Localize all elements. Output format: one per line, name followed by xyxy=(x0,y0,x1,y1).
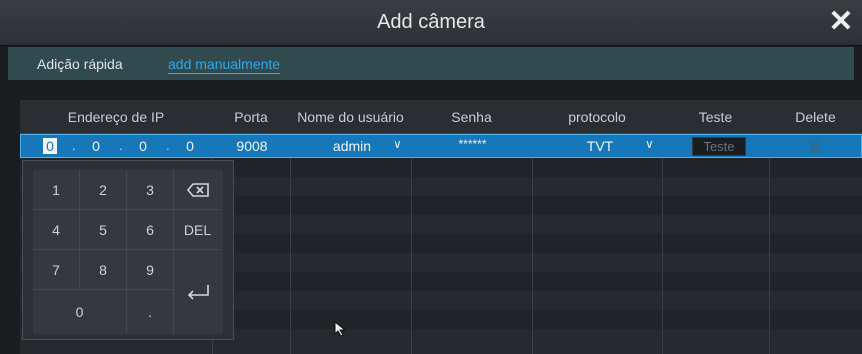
ip-dot: . xyxy=(119,138,123,153)
numeric-keypad: 1 2 3 4 5 6 DEL 7 8 9 0 . xyxy=(22,160,234,340)
password-field[interactable]: ****** xyxy=(412,137,533,151)
tab-quick-add[interactable]: Adição rápida xyxy=(37,56,123,72)
close-icon[interactable]: ✕ xyxy=(826,7,856,38)
chevron-down-icon[interactable]: ∨ xyxy=(645,137,654,151)
key-8[interactable]: 8 xyxy=(80,250,127,290)
table-header: Endereço de IP Porta Nome do usuário Sen… xyxy=(20,100,862,134)
key-7[interactable]: 7 xyxy=(33,250,80,290)
table-row[interactable]: 0 . 0 . 0 . 0 9008 admin ∨ ****** TVT ∨ … xyxy=(20,134,862,158)
port-field[interactable]: 9008 xyxy=(213,138,291,154)
key-4[interactable]: 4 xyxy=(33,210,80,250)
header-user: Nome do usuário xyxy=(297,109,404,125)
enter-icon[interactable] xyxy=(174,250,221,334)
trash-icon[interactable] xyxy=(809,139,821,154)
header-test: Teste xyxy=(698,109,733,125)
test-button[interactable]: Teste xyxy=(692,137,746,156)
key-del[interactable]: DEL xyxy=(174,210,221,250)
ip-octet-2[interactable]: 0 xyxy=(89,138,103,154)
tab-manual-add[interactable]: add manualmente xyxy=(168,56,281,74)
header-delete: Delete xyxy=(795,109,836,125)
ip-octet-1[interactable]: 0 xyxy=(43,138,57,154)
dialog-title: Add câmera xyxy=(377,11,485,33)
chevron-down-icon[interactable]: ∨ xyxy=(393,137,402,151)
tab-bar: Adição rápida add manualmente xyxy=(8,47,854,80)
header-protocol: protocolo xyxy=(568,109,626,125)
key-9[interactable]: 9 xyxy=(127,250,174,290)
key-1[interactable]: 1 xyxy=(33,170,80,210)
header-ip: Endereço de IP xyxy=(67,109,165,125)
key-dot[interactable]: . xyxy=(127,290,174,334)
ip-octet-3[interactable]: 0 xyxy=(136,138,150,154)
ip-dot: . xyxy=(72,138,76,153)
key-5[interactable]: 5 xyxy=(80,210,127,250)
key-6[interactable]: 6 xyxy=(127,210,174,250)
key-3[interactable]: 3 xyxy=(127,170,174,210)
backspace-icon[interactable] xyxy=(174,170,221,210)
dialog-titlebar: Add câmera ✕ xyxy=(0,0,862,46)
key-0[interactable]: 0 xyxy=(33,290,127,334)
key-2[interactable]: 2 xyxy=(80,170,127,210)
protocol-select[interactable]: TVT xyxy=(581,138,619,154)
mouse-cursor-icon xyxy=(334,321,347,337)
header-port: Porta xyxy=(234,109,268,125)
ip-octet-4[interactable]: 0 xyxy=(183,138,197,154)
user-select[interactable]: admin xyxy=(327,138,377,154)
header-password: Senha xyxy=(451,109,492,125)
ip-dot: . xyxy=(166,138,170,153)
